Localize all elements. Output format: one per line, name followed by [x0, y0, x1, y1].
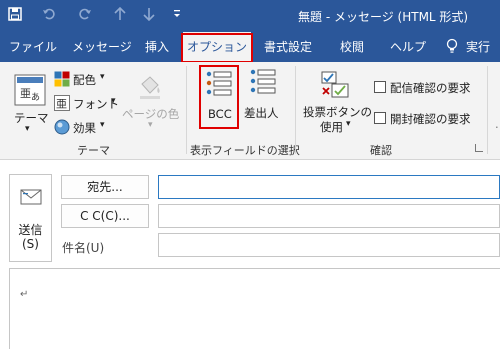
- send-button[interactable]: 送信 (S): [9, 174, 52, 262]
- send-label-line2: (S): [22, 237, 39, 251]
- ribbon: 亜 あ テーマ ▾ 配色 ▾ 亜 フォント ▾ 効果 ▾ ページの色 ▾ テーマ…: [0, 62, 500, 160]
- window-title: 無題 - メッセージ (HTML 形式): [298, 10, 469, 24]
- tab-tell-me-label: 実行: [466, 40, 491, 54]
- fields-group-label: 表示フィールドの選択: [190, 144, 300, 157]
- from-button[interactable]: 差出人: [244, 67, 284, 127]
- fonts-button[interactable]: 亜 フォント ▾: [54, 95, 120, 113]
- title-bar: 無題 - メッセージ (HTML 形式): [0, 0, 500, 32]
- page-color-button: ページの色 ▾: [122, 72, 182, 132]
- svg-text:亜: 亜: [20, 87, 31, 100]
- colors-label: 配色: [73, 73, 96, 87]
- paint-bucket-icon: [140, 76, 160, 99]
- effects-icon: [54, 119, 70, 135]
- redo-icon[interactable]: [78, 7, 92, 26]
- tab-review[interactable]: 校閲: [334, 32, 370, 62]
- theme-group-label: テーマ: [77, 144, 110, 157]
- ribbon-overflow: .: [495, 117, 499, 131]
- chevron-down-icon: ▾: [346, 119, 351, 129]
- tab-highlight-box: [181, 33, 253, 63]
- font-icon: 亜: [54, 95, 70, 111]
- delivery-receipt-label: 配信確認の要求: [390, 81, 471, 95]
- undo-icon[interactable]: [42, 7, 56, 26]
- from-label: 差出人: [244, 106, 279, 120]
- to-button[interactable]: 宛先...: [61, 175, 149, 199]
- voting-label-line2: 使用: [320, 120, 343, 134]
- chevron-down-icon: ▾: [148, 120, 153, 130]
- delivery-receipt-checkbox[interactable]: [374, 81, 386, 93]
- send-label-line1: 送信: [18, 223, 43, 237]
- bcc-button[interactable]: BCC: [199, 65, 239, 129]
- theme-icon: 亜 あ: [14, 74, 46, 106]
- chevron-down-icon: ▾: [100, 120, 105, 130]
- theme-button[interactable]: 亜 あ テーマ ▾: [10, 70, 50, 136]
- cc-button[interactable]: C C(C)...: [61, 204, 149, 228]
- chevron-down-icon: ▾: [25, 124, 30, 134]
- save-icon[interactable]: [8, 7, 22, 26]
- group-separator: [186, 66, 187, 154]
- subject-label: 件名(U): [62, 241, 105, 255]
- tracking-group-label: 確認: [370, 144, 392, 157]
- tab-format[interactable]: 書式設定: [258, 32, 318, 62]
- svg-text:あ: あ: [31, 92, 40, 103]
- lightbulb-icon: [446, 38, 458, 53]
- customize-icon[interactable]: [172, 7, 182, 26]
- read-receipt-label: 開封確認の要求: [390, 112, 471, 126]
- bcc-label: BCC: [208, 107, 232, 121]
- paragraph-mark: ↵: [20, 289, 29, 300]
- tab-insert[interactable]: 挿入: [139, 32, 175, 62]
- message-body[interactable]: ↵: [9, 268, 500, 349]
- palette-icon: [54, 71, 70, 87]
- from-icon: [250, 69, 276, 94]
- to-field[interactable]: [158, 175, 500, 199]
- tab-help[interactable]: ヘルプ: [384, 32, 432, 62]
- send-icon: [20, 189, 42, 205]
- group-separator: [487, 66, 488, 154]
- down-arrow-icon[interactable]: [143, 7, 155, 26]
- tab-tell-me[interactable]: 実行: [444, 32, 496, 62]
- voting-icon: [321, 71, 349, 98]
- bcc-icon: [206, 71, 232, 96]
- read-receipt-checkbox[interactable]: [374, 112, 386, 124]
- effects-label: 効果: [73, 121, 96, 135]
- svg-text:亜: 亜: [56, 98, 67, 111]
- group-separator: [295, 66, 296, 154]
- compose-area: 送信 (S) 宛先... C C(C)... 件名(U) ↵: [0, 160, 500, 349]
- colors-button[interactable]: 配色 ▾: [54, 71, 114, 89]
- voting-buttons-button[interactable]: 投票ボタンの 使用 ▾: [302, 70, 372, 138]
- up-arrow-icon[interactable]: [114, 6, 126, 26]
- voting-label-line1: 投票ボタンの: [303, 105, 372, 119]
- chevron-down-icon: ▾: [100, 72, 105, 82]
- theme-label: テーマ: [14, 111, 49, 125]
- subject-field[interactable]: [158, 233, 500, 257]
- effects-button[interactable]: 効果 ▾: [54, 119, 110, 137]
- tab-message[interactable]: メッセージ: [66, 32, 138, 62]
- chevron-down-icon: ▾: [111, 96, 116, 106]
- dialog-launcher-icon[interactable]: [475, 144, 483, 152]
- cc-field[interactable]: [158, 204, 500, 228]
- tab-file[interactable]: ファイル: [3, 32, 63, 62]
